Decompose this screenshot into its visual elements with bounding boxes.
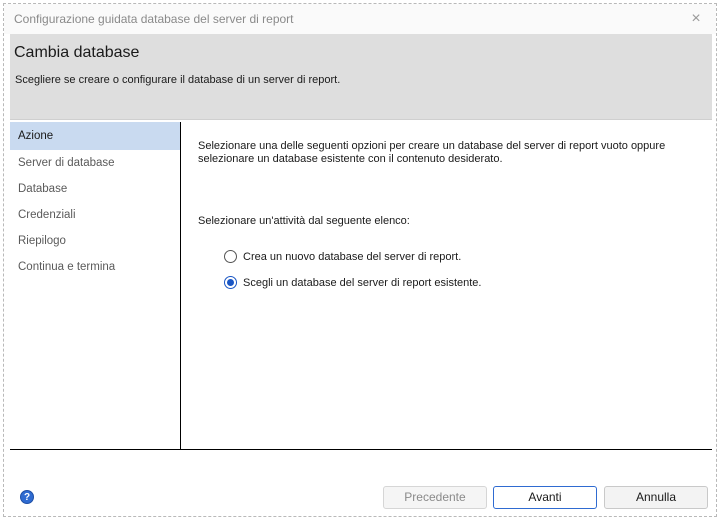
- sidebar-item-database[interactable]: Database: [10, 176, 180, 202]
- radio-create-new-label: Crea un nuovo database del server di rep…: [243, 250, 462, 263]
- help-icon[interactable]: ?: [20, 490, 34, 504]
- radio-choose-existing-label: Scegli un database del server di report …: [243, 276, 482, 289]
- page-header: Cambia database Scegliere se creare o co…: [10, 34, 712, 120]
- content-panel: Selezionare una delle seguenti opzioni p…: [182, 122, 712, 449]
- sidebar-item-continua-e-termina[interactable]: Continua e termina: [10, 254, 180, 280]
- sidebar-item-riepilogo[interactable]: Riepilogo: [10, 228, 180, 254]
- previous-button[interactable]: Precedente: [383, 486, 487, 509]
- option-choose-existing-database[interactable]: Scegli un database del server di report …: [224, 276, 481, 289]
- page-title: Cambia database: [14, 44, 140, 61]
- footer-divider: [10, 449, 712, 450]
- radio-choose-existing[interactable]: [224, 276, 237, 289]
- sidebar-nav: Azione Server di database Database Crede…: [10, 122, 181, 449]
- page-subtitle: Scegliere se creare o configurare il dat…: [15, 74, 341, 86]
- sidebar-item-azione[interactable]: Azione: [10, 122, 180, 150]
- radio-create-new[interactable]: [224, 250, 237, 263]
- option-create-new-database[interactable]: Crea un nuovo database del server di rep…: [224, 250, 461, 263]
- window-title: Configurazione guidata database del serv…: [14, 12, 294, 26]
- sidebar-item-credenziali[interactable]: Credenziali: [10, 202, 180, 228]
- title-bar: Configurazione guidata database del serv…: [4, 4, 716, 34]
- description-text: Selezionare una delle seguenti opzioni p…: [198, 140, 666, 165]
- task-prompt: Selezionare un'attività dal seguente ele…: [198, 215, 410, 227]
- next-button[interactable]: Avanti: [493, 486, 597, 509]
- close-icon[interactable]: ×: [684, 8, 708, 30]
- cancel-button[interactable]: Annulla: [604, 486, 708, 509]
- sidebar-item-server-di-database[interactable]: Server di database: [10, 150, 180, 176]
